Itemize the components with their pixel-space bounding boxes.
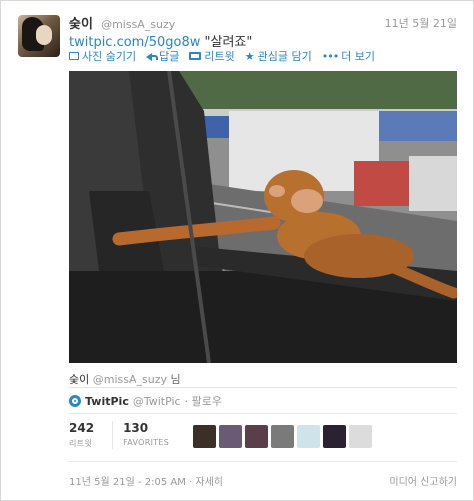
favoriter-avatar[interactable] <box>193 425 216 448</box>
retweet-icon <box>189 52 202 60</box>
favorite-label: 관심글 담기 <box>257 50 312 63</box>
twitpic-source: TwitPic @TwitPic · 팔로우 <box>69 393 222 409</box>
favoriter-avatar[interactable] <box>245 425 268 448</box>
name-row: 숮이 @missA_suzy <box>69 13 175 32</box>
tweet-stats: 242 리트윗 130 FAVORITES <box>69 421 169 449</box>
twitpic-name[interactable]: TwitPic <box>85 395 129 408</box>
tweet-date[interactable]: 11년 5월 21일 <box>385 15 457 31</box>
user-name[interactable]: 숮이 <box>69 17 93 32</box>
star-icon: ★ <box>244 49 255 63</box>
favorite-count: 130 <box>123 421 149 435</box>
photo-image <box>69 71 457 363</box>
retweet-button[interactable]: 리트윗 <box>189 48 235 64</box>
twitpic-handle[interactable]: @TwitPic <box>133 395 181 408</box>
reply-icon <box>146 52 159 61</box>
avatar[interactable] <box>18 15 60 57</box>
favoriter-avatar[interactable] <box>349 425 372 448</box>
attribution-handle[interactable]: @missA_suzy <box>93 373 167 386</box>
hide-photo-button[interactable]: 사진 숨기기 <box>69 48 136 64</box>
retweet-stat[interactable]: 242 리트윗 <box>69 421 94 449</box>
favorite-button[interactable]: ★ 관심글 담기 <box>245 48 312 64</box>
more-icon: ••• <box>321 49 339 63</box>
divider <box>69 413 457 414</box>
avatar-face <box>36 25 52 45</box>
tweet-photo[interactable] <box>69 71 457 363</box>
reply-label: 답글 <box>159 50 180 63</box>
details-link[interactable]: · 자세히 <box>189 477 223 488</box>
report-media-link[interactable]: 미디어 신고하기 <box>389 473 457 488</box>
photo-attribution: 숮이 @missA_suzy 님 <box>69 371 181 387</box>
favorite-stat[interactable]: 130 FAVORITES <box>112 421 169 449</box>
tweet-timestamp[interactable]: 11년 5월 21일 - 2:05 AM <box>69 477 186 488</box>
favorite-count-label: FAVORITES <box>123 438 170 447</box>
tweet-actions: 사진 숨기기 답글 리트윗 ★ 관심글 담기 ••• 더 보기 <box>69 48 375 64</box>
twitpic-logo-icon <box>69 395 81 407</box>
tweet-footer: 11년 5월 21일 - 2:05 AM · 자세히 <box>69 473 223 488</box>
divider <box>69 387 457 388</box>
retweet-count-label: 리트윗 <box>69 439 92 448</box>
photo-icon <box>69 52 79 60</box>
favoriter-avatar[interactable] <box>271 425 294 448</box>
follow-link[interactable]: · 팔로우 <box>185 393 222 409</box>
favoriter-avatar[interactable] <box>219 425 242 448</box>
more-label: 더 보기 <box>341 50 376 63</box>
attribution-name[interactable]: 숮이 <box>69 373 89 386</box>
retweet-count: 242 <box>69 421 95 435</box>
retweet-label: 리트윗 <box>204 50 235 63</box>
divider <box>69 461 457 462</box>
tweet-card: 숮이 @missA_suzy 11년 5월 21일 twitpic.com/50… <box>0 0 474 501</box>
favoriter-avatar[interactable] <box>323 425 346 448</box>
user-handle[interactable]: @missA_suzy <box>101 18 175 31</box>
favoriter-avatar[interactable] <box>297 425 320 448</box>
favoriter-avatars <box>193 425 372 448</box>
attribution-suffix: 님 <box>170 373 181 386</box>
more-button[interactable]: ••• 더 보기 <box>322 48 375 64</box>
hide-photo-label: 사진 숨기기 <box>82 50 137 63</box>
reply-button[interactable]: 답글 <box>146 48 179 64</box>
